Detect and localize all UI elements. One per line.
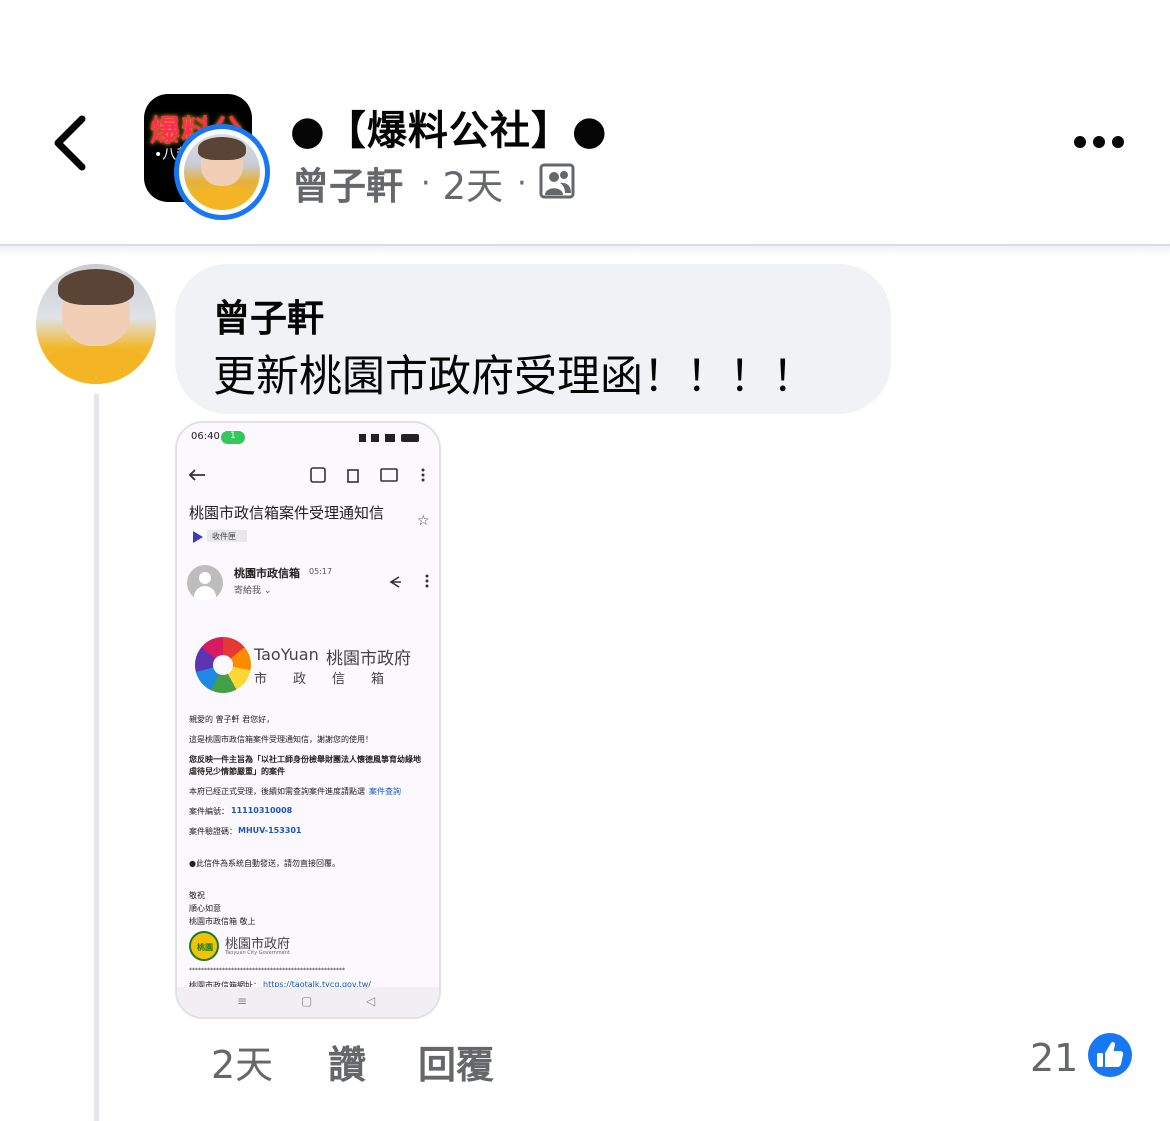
status-pill-count: 1: [230, 431, 236, 441]
nav-back-icon: ◁: [366, 994, 376, 1008]
case-no-label: 案件編號：: [189, 807, 229, 816]
post-meta: 曾子軒 · 2天 ·: [292, 160, 575, 208]
email-subject: 桃園市政信箱案件受理通知信: [189, 504, 385, 522]
sender-name: 桃園市政信箱: [234, 567, 300, 580]
case-no: 11110310008: [231, 806, 293, 815]
header-shadow: [0, 246, 1170, 256]
sender-avatar: [187, 565, 223, 601]
meta-separator: ·: [421, 165, 431, 201]
seal-text: 桃園: [197, 943, 213, 952]
nav-menu-icon: ≡: [237, 994, 248, 1008]
email-screenshot: 06:40 1 桃園市政信箱案件受理通知信 ☆ 收件匣 桃園市政信箱 05:17…: [177, 423, 439, 1017]
label-marker-icon: [193, 531, 203, 543]
comment-time[interactable]: 2天: [211, 1034, 273, 1089]
meta-separator: ·: [517, 165, 527, 201]
email-back-arrow-icon: [188, 469, 205, 481]
like-button[interactable]: 讚: [328, 1034, 366, 1089]
commenter-avatar[interactable]: [36, 264, 156, 384]
email-line2a: 您反映一件主旨為「以社工師身份檢舉財團法人懷德風箏育幼綠地: [189, 755, 421, 764]
logo-text-en: TaoYuan: [254, 645, 319, 664]
email-line2b: 虐待兒少情節嚴重」的案件: [189, 767, 285, 776]
email-line3: 本府已經正式受理，後續如需查詢案件進度請點選: [189, 787, 365, 796]
taoyuan-logo-icon: [195, 637, 251, 693]
logo-sub: 市 政 信 箱: [254, 672, 385, 687]
like-thumb-icon[interactable]: [1085, 1030, 1135, 1080]
closing1: 敬祝: [189, 891, 205, 900]
email-line1: 這是桃園市政信箱案件受理通知信，謝謝您的使用！: [189, 735, 373, 744]
thread-line: [94, 394, 99, 1121]
star-icon: ☆: [417, 513, 430, 529]
closing3: 桃園市政信箱 敬上: [189, 917, 256, 926]
reaction-count[interactable]: 21: [1030, 1036, 1078, 1080]
comment-text: 更新桃園市政府受理函！！！！: [213, 352, 815, 402]
email-greeting: 親愛的 曾子軒 君您好，: [189, 715, 275, 724]
author-photo: [184, 134, 260, 210]
status-time: 06:40: [191, 431, 220, 442]
comment-image-attachment[interactable]: 06:40 1 桃園市政信箱案件受理通知信 ☆ 收件匣 桃園市政信箱 05:17…: [175, 421, 441, 1019]
status-icons: [359, 434, 419, 442]
post-time[interactable]: 2天: [443, 156, 504, 210]
auto-notice: ●此信件為系統自動發送，請勿直接回覆。: [189, 859, 340, 868]
verify-code: MHUV-153301: [238, 826, 302, 835]
nav-home-icon: ▢: [301, 994, 313, 1008]
verify-label: 案件驗證碼：: [189, 827, 237, 836]
author-avatar-small[interactable]: [174, 124, 270, 220]
closing2: 順心如意: [189, 904, 221, 913]
taoyuan-seal-icon: 桃園: [189, 931, 219, 961]
more-dots-icon: [1074, 136, 1124, 148]
post-author[interactable]: 曾子軒: [292, 156, 403, 210]
more-options-button[interactable]: [1068, 122, 1130, 162]
reply-more-icons: [389, 574, 429, 588]
footer-logo-en: Taoyuan City Government: [225, 950, 290, 956]
chevron-left-icon: [54, 115, 86, 171]
group-name[interactable]: ●【爆料公社】●: [290, 98, 608, 156]
back-button[interactable]: [40, 105, 102, 181]
group-members-icon: [539, 163, 575, 203]
recipient: 寄給我 ⌄: [234, 586, 272, 596]
inbox-label: 收件匣: [212, 532, 236, 541]
divider-stars: ****************************************…: [189, 967, 345, 974]
case-query-link: 案件查詢: [369, 787, 401, 796]
android-navbar: ≡ ▢ ◁: [177, 987, 439, 1017]
reply-button[interactable]: 回覆: [418, 1034, 494, 1089]
email-toolbar-icons: [310, 467, 425, 483]
logo-text-zh: 桃園市政府: [326, 649, 411, 669]
comment-author[interactable]: 曾子軒: [213, 288, 324, 342]
sent-time: 05:17: [309, 567, 333, 576]
